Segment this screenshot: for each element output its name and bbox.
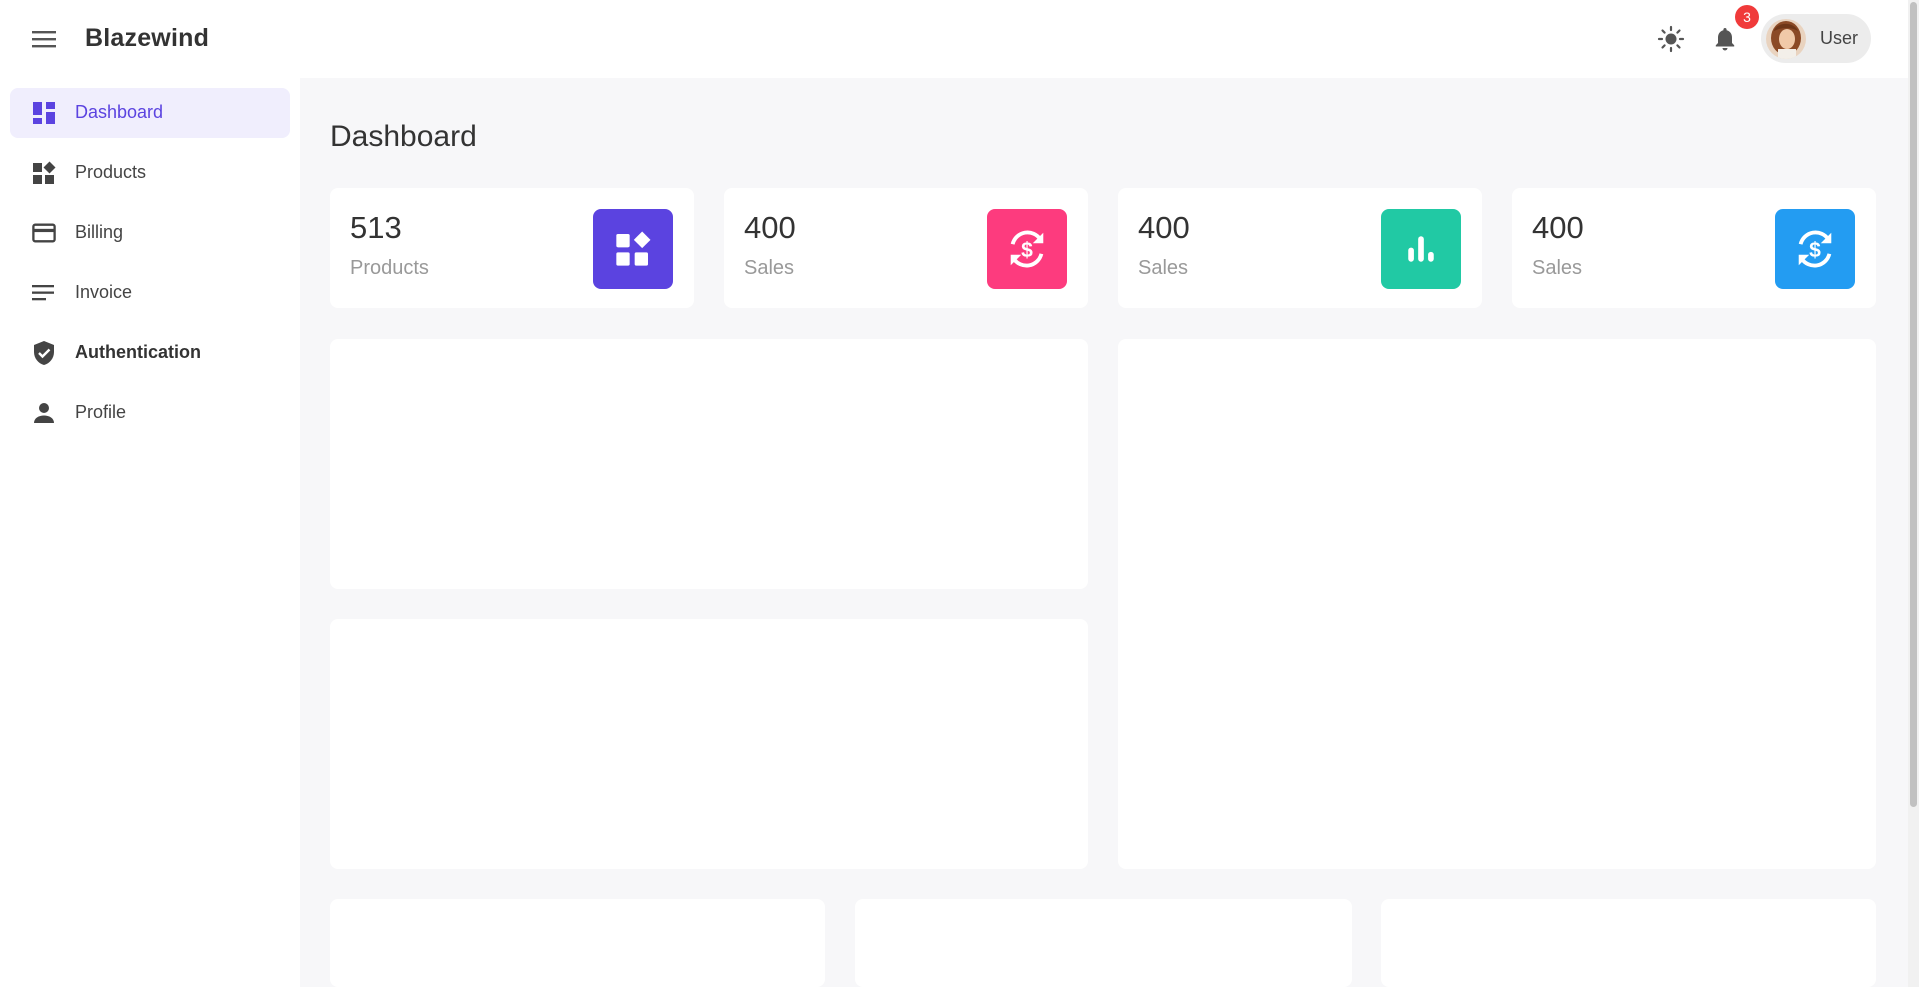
app-brand: Blazewind (85, 24, 210, 52)
scrollbar[interactable] (1908, 0, 1919, 987)
card-panel (330, 899, 825, 987)
credit-card-icon (32, 221, 56, 245)
sidebar-item-label: Billing (75, 222, 124, 242)
stat-card-products: 513 Products (330, 188, 694, 308)
stat-card-sales: 400 Sales (1118, 188, 1482, 308)
widgets-icon (593, 209, 673, 289)
scrollbar-thumb[interactable] (1910, 2, 1917, 807)
sun-icon[interactable] (1654, 22, 1688, 56)
stat-value: 400 (1532, 210, 1584, 245)
user-menu-button[interactable]: User (1761, 14, 1871, 63)
sidebar-item-invoice[interactable]: Invoice (10, 268, 290, 318)
bar-chart-icon (1381, 209, 1461, 289)
sidebar-item-products[interactable]: Products (10, 148, 290, 198)
menu-icon[interactable] (28, 24, 60, 54)
stat-label: Products (350, 257, 429, 279)
svg-text:$: $ (1809, 239, 1821, 262)
sidebar-item-label: Invoice (75, 282, 133, 302)
person-icon (32, 401, 56, 425)
stat-value: 400 (1138, 210, 1190, 245)
sidebar-item-label: Products (75, 162, 147, 182)
widgets-icon (32, 161, 56, 185)
avatar (1766, 18, 1806, 59)
sidebar-item-label: Authentication (75, 342, 201, 362)
notification-badge: 3 (1735, 5, 1759, 29)
stat-label: Sales (1138, 257, 1189, 279)
sidebar-item-dashboard[interactable]: Dashboard (10, 88, 290, 138)
svg-text:$: $ (1021, 239, 1033, 262)
stat-value: 400 (744, 210, 796, 245)
stat-label: Sales (744, 257, 795, 279)
stat-card-sales: 400 Sales $ (724, 188, 1088, 308)
stat-card-sales: 400 Sales $ (1512, 188, 1876, 308)
currency-exchange-icon: $ (987, 209, 1067, 289)
card-panel (1381, 899, 1876, 987)
chart-panel (330, 339, 1088, 589)
sidebar-item-billing[interactable]: Billing (10, 208, 290, 258)
shield-check-icon (32, 341, 56, 365)
sidebar-item-profile[interactable]: Profile (10, 388, 290, 438)
notification-bell-icon[interactable] (1708, 22, 1742, 56)
chart-panel (330, 619, 1088, 869)
stat-label: Sales (1532, 257, 1583, 279)
notes-icon (32, 281, 56, 305)
stat-value: 513 (350, 210, 402, 245)
sidebar-item-label: Dashboard (75, 102, 164, 122)
sidebar-item-authentication[interactable]: Authentication (10, 328, 290, 378)
sidebar-item-label: Profile (75, 402, 127, 422)
dashboard-icon (32, 101, 56, 125)
page-title: Dashboard (330, 120, 477, 153)
currency-exchange-icon: $ (1775, 209, 1855, 289)
chart-panel (1118, 339, 1876, 869)
top-bar: Blazewind 3 User (0, 0, 1908, 78)
sidebar: Dashboard Products Billing Invoice Authe… (0, 78, 300, 987)
card-panel (855, 899, 1352, 987)
user-name: User (1820, 28, 1859, 48)
